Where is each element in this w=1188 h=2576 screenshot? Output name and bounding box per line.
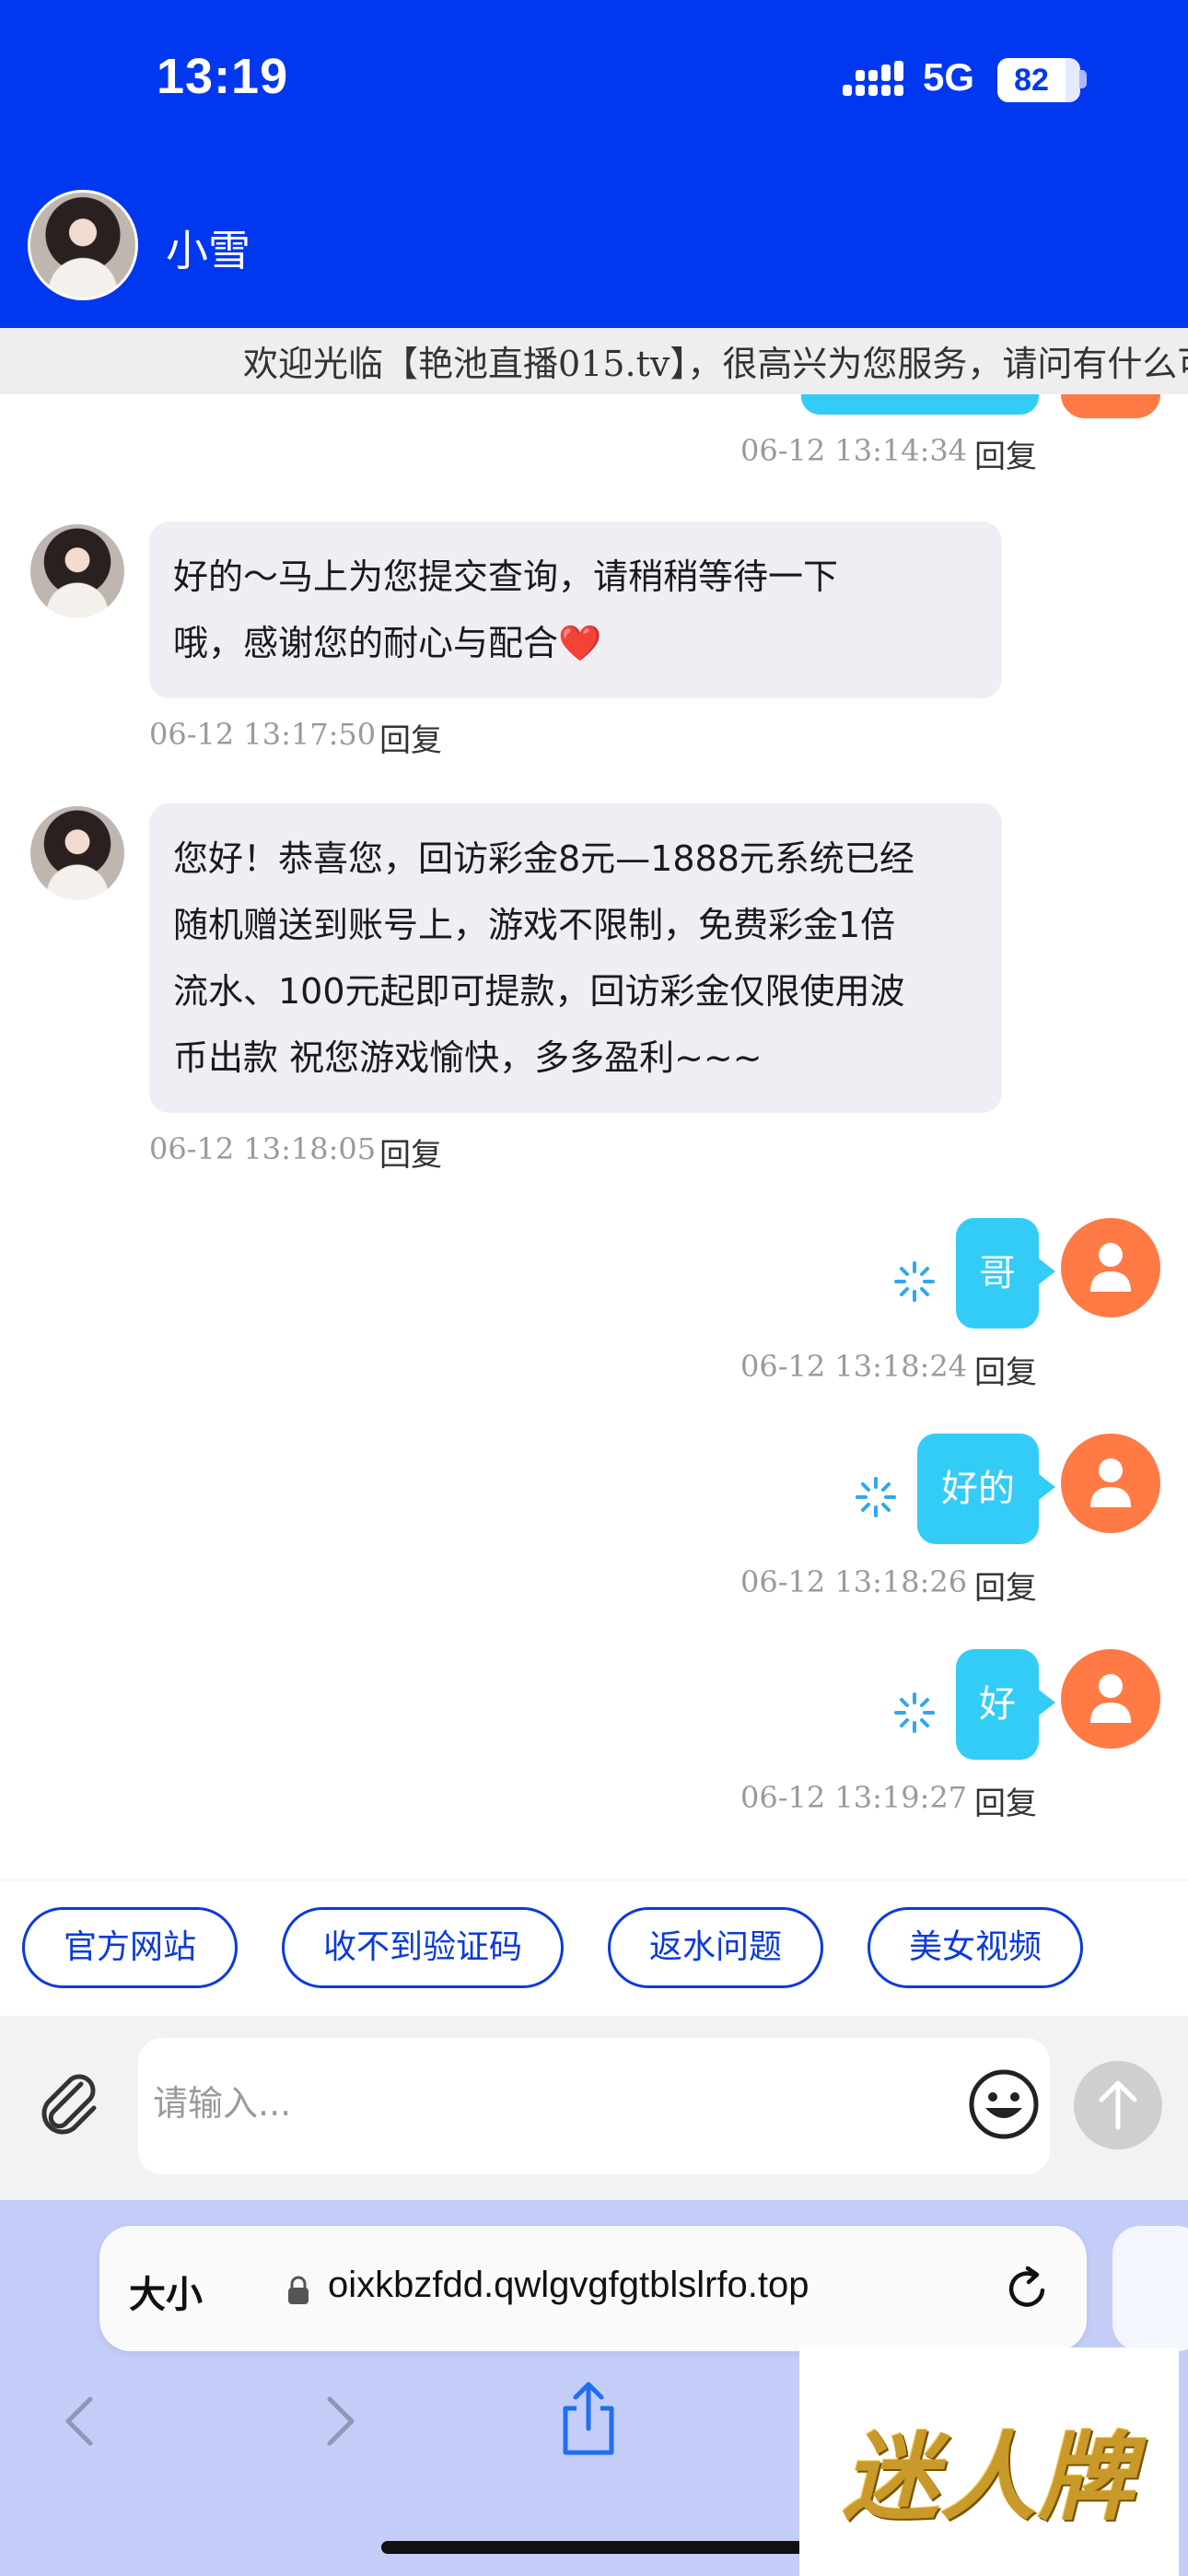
message-line: 币出款 祝您游戏愉快，多多盈利~~~ <box>173 1037 763 1078</box>
announcement-marquee: 欢迎光临【艳池直播015.tv】，很高兴为您服务，请问有什么可以帮您？ <box>0 328 1188 394</box>
quick-reply-no-verification-code[interactable]: 收不到验证码 <box>282 1907 564 1988</box>
spinner-icon <box>894 1692 935 1733</box>
reply-button[interactable]: 回复 <box>974 431 1037 476</box>
message-line: 好的～马上为您提交查询，请稍稍等待一下 <box>173 556 839 597</box>
battery-icon: 82 <box>997 58 1080 102</box>
message-line: 流水、100元起即可提款，回访彩金仅限使用波 <box>173 971 905 1012</box>
next-tab-preview[interactable] <box>1112 2226 1188 2351</box>
message-time: 06-12 13:18:24 <box>740 1349 968 1384</box>
network-type: 5G <box>923 55 975 99</box>
quick-reply-rebate-issue[interactable]: 返水问题 <box>608 1907 823 1988</box>
user-avatar <box>1061 1649 1160 1749</box>
message-line: 您好！恭喜您，回访彩金8元—1888元系统已经 <box>173 838 914 879</box>
user-avatar <box>1061 1434 1160 1533</box>
reply-button[interactable]: 回复 <box>974 1563 1037 1608</box>
reply-button[interactable]: 回复 <box>379 715 442 760</box>
status-time: 13:19 <box>157 49 289 104</box>
message-text: 哥 <box>979 1252 1016 1294</box>
message-text: 好的 <box>941 1468 1015 1510</box>
battery-tip <box>1079 70 1087 88</box>
user-message-bubble: 哥 <box>956 1218 1055 1329</box>
home-indicator <box>381 2541 807 2554</box>
message-time: 06-12 13:19:27 <box>740 1780 968 1815</box>
emoji-icon[interactable] <box>967 2067 1041 2141</box>
reply-button[interactable]: 回复 <box>974 1347 1037 1392</box>
signal-icon <box>843 61 903 96</box>
user-message-bubble: 好 <box>956 1649 1055 1760</box>
forward-arrow-icon[interactable] <box>313 2392 365 2451</box>
agent-avatar[interactable] <box>28 190 138 300</box>
quick-reply-official-site[interactable]: 官方网站 <box>22 1907 238 1988</box>
message-text: 好 <box>979 1683 1016 1726</box>
paperclip-icon[interactable] <box>33 2067 107 2141</box>
user-avatar-partial <box>1061 394 1160 418</box>
user-avatar <box>1061 1218 1160 1317</box>
message-input-placeholder: 请输入... <box>153 2083 292 2124</box>
spinner-icon <box>894 1261 935 1302</box>
back-arrow-icon[interactable] <box>55 2392 107 2451</box>
message-time: 06-12 13:18:26 <box>740 1564 968 1599</box>
send-arrow-icon <box>1099 2080 1137 2130</box>
reply-button[interactable]: 回复 <box>974 1778 1037 1823</box>
watermark-logo: 迷人牌 <box>799 2348 1179 2576</box>
battery-level: 82 <box>1014 63 1049 98</box>
message-line: 随机赠送到账号上，游戏不限制，免费彩金1倍 <box>173 905 896 945</box>
message-time: 06-12 13:17:50 <box>149 717 377 752</box>
user-bubble-partial <box>801 394 1039 415</box>
watermark-text: 迷人牌 <box>842 2420 1136 2534</box>
url-text[interactable]: oixkbzfdd.qwlgvgfgtblslrfo.top <box>328 2265 809 2306</box>
reload-icon[interactable] <box>1002 2263 1054 2314</box>
agent-name: 小雪 <box>166 226 250 275</box>
reply-button[interactable]: 回复 <box>379 1130 442 1175</box>
spinner-icon <box>856 1477 896 1517</box>
send-button[interactable] <box>1074 2061 1162 2149</box>
lock-icon <box>288 2276 309 2304</box>
user-icon <box>1090 1674 1131 1723</box>
agent-message-avatar <box>28 521 127 621</box>
message-time: 06-12 13:14:34 <box>740 433 968 468</box>
agent-message-avatar <box>28 803 127 903</box>
agent-message-bubble: 您好！恭喜您，回访彩金8元—1888元系统已经 随机赠送到账号上，游戏不限制，免… <box>149 803 1002 1113</box>
message-line: 哦，感谢您的耐心与配合❤️ <box>173 623 602 663</box>
message-time: 06-12 13:18:05 <box>149 1131 377 1166</box>
agent-message-bubble: 好的～马上为您提交查询，请稍稍等待一下 哦，感谢您的耐心与配合❤️ <box>149 521 1002 698</box>
quick-reply-beauty-video[interactable]: 美女视频 <box>868 1907 1083 1988</box>
announcement-text: 欢迎光临【艳池直播015.tv】，很高兴为您服务，请问有什么可以帮您？ <box>243 344 1188 384</box>
text-size-button[interactable]: 大小 <box>129 2265 203 2318</box>
share-icon[interactable] <box>556 2381 621 2458</box>
user-icon <box>1090 1458 1131 1507</box>
user-message-bubble: 好的 <box>917 1434 1055 1544</box>
user-icon <box>1090 1243 1131 1292</box>
